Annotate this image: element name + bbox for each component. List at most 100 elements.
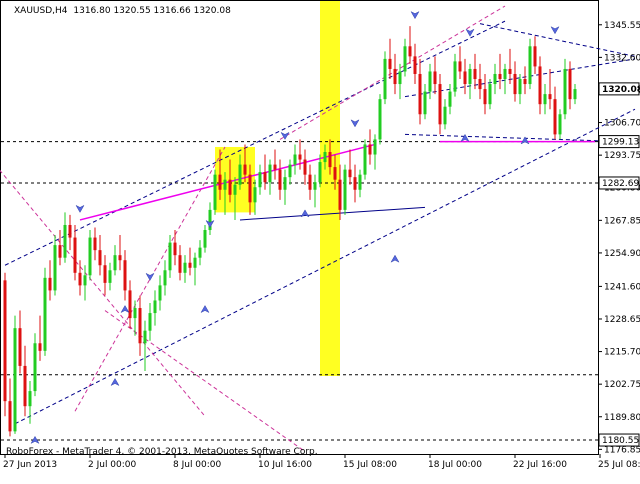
x-tick-label: 15 Jul 08:00 <box>343 460 397 470</box>
candle-body <box>463 71 467 85</box>
candle-body <box>118 255 122 261</box>
candle-body <box>168 242 172 271</box>
candle-body <box>243 164 247 175</box>
candle-body <box>548 94 552 100</box>
candle-body <box>393 68 397 85</box>
price-marker-label: 1299.13 <box>602 138 639 148</box>
candle-body <box>508 68 512 74</box>
x-tick-label: 18 Jul 00:00 <box>428 460 482 470</box>
footer-copyright: RoboForex - MetaTrader 4, © 2001-2013, M… <box>6 447 318 457</box>
candle-body <box>328 152 332 168</box>
chart-window: 1345.551332.601319.621306.701293.751280.… <box>0 0 640 480</box>
candle-body <box>163 270 167 286</box>
candle-body <box>78 272 82 286</box>
candle-body <box>358 174 362 190</box>
candle-body <box>228 179 232 195</box>
candle-body <box>333 167 337 180</box>
candle-body <box>93 237 97 251</box>
x-tick-label: 22 Jul 16:00 <box>513 460 567 470</box>
candle-body <box>518 79 522 95</box>
candle-body <box>253 187 257 203</box>
candle-body <box>283 177 287 190</box>
candle-body <box>568 68 572 100</box>
y-tick-label: 1345.55 <box>604 21 640 31</box>
candle-body <box>98 250 102 266</box>
candle-body <box>198 247 202 258</box>
candle-body <box>128 290 132 319</box>
y-tick-label: 1228.65 <box>604 315 640 325</box>
candle-body <box>108 270 112 283</box>
candle-body <box>273 164 277 170</box>
price-marker-label: 1282.69 <box>602 179 639 189</box>
candle-body <box>238 164 242 185</box>
header-symbol: XAUUSD,H4 <box>14 6 68 16</box>
y-tick-label: 1215.70 <box>604 348 640 358</box>
candle-body <box>528 46 532 85</box>
chart-border <box>0 0 599 455</box>
header-ohlc: 1316.80 1320.55 1316.66 1320.08 <box>73 6 231 16</box>
candle-body <box>138 308 142 344</box>
candle-body <box>363 144 367 175</box>
chart-header: XAUUSD,H4 1316.80 1320.55 1316.66 1320.0… <box>14 6 231 16</box>
candle-body <box>233 184 237 195</box>
candle-body <box>428 71 432 92</box>
candle-body <box>338 179 342 210</box>
candle-body <box>553 99 557 135</box>
candle-body <box>293 154 297 165</box>
candle-body <box>48 277 52 291</box>
candle-body <box>143 330 147 344</box>
candle-body <box>73 237 77 273</box>
candle-body <box>68 224 72 238</box>
candle-body <box>343 169 347 210</box>
candle-body <box>498 73 502 80</box>
candle-body <box>458 61 462 72</box>
candle-body <box>248 174 252 203</box>
y-tick-label: 1176.85 <box>604 445 640 455</box>
candle-body <box>563 68 567 115</box>
candle-body <box>288 164 292 178</box>
y-tick-label: 1254.90 <box>604 249 640 259</box>
candle-body <box>88 237 92 276</box>
candle-body <box>28 391 32 407</box>
candle-body <box>268 164 272 183</box>
candle-body <box>408 46 412 57</box>
y-tick-label: 1332.60 <box>604 53 640 63</box>
candle-body <box>438 84 442 125</box>
price-marker-label: 1180.55 <box>602 436 639 446</box>
candle-body <box>123 260 127 291</box>
candle-body <box>423 91 427 115</box>
candle-body <box>368 144 372 155</box>
candle-body <box>308 174 312 190</box>
candle-body <box>218 174 222 190</box>
y-tick-label: 1189.80 <box>604 413 640 423</box>
candle-body <box>503 68 507 80</box>
candle-body <box>53 245 57 291</box>
candle-body <box>443 106 447 125</box>
y-tick-label: 1241.60 <box>604 282 640 292</box>
candle-body <box>183 262 187 273</box>
y-tick-label: 1306.70 <box>604 119 640 129</box>
y-tick-label: 1202.75 <box>604 380 640 390</box>
candlestick-chart: 1345.551332.601319.621306.701293.751280.… <box>0 0 640 470</box>
candle-body <box>148 313 152 331</box>
candle-body <box>313 182 317 190</box>
candle-body <box>403 46 407 72</box>
candle-body <box>388 58 392 69</box>
candle-body <box>263 172 267 183</box>
candle-body <box>318 162 322 183</box>
candle-body <box>303 159 307 175</box>
x-tick-label: 8 Jul 00:00 <box>173 460 222 470</box>
candle-body <box>83 275 87 286</box>
candle-body <box>473 68 477 80</box>
candle-body <box>38 343 42 351</box>
y-tick-label: 1267.85 <box>604 216 640 226</box>
candle-body <box>188 262 192 268</box>
candle-body <box>23 365 27 407</box>
candle-body <box>378 99 382 140</box>
candle-body <box>113 255 117 271</box>
candle-body <box>543 94 547 105</box>
candle-body <box>418 73 422 115</box>
candle-body <box>493 73 497 85</box>
candle-body <box>63 224 67 258</box>
candle-body <box>448 91 452 107</box>
